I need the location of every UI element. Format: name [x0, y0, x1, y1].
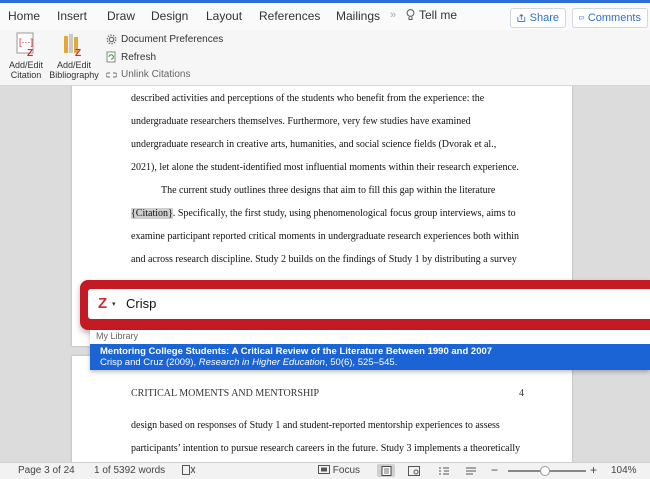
zotero-quick-format-bar: Z ▾ Crisp [80, 280, 650, 330]
add-edit-bibliography-line2: Bibliography [49, 70, 99, 80]
add-edit-citation-line1: Add/Edit [8, 60, 44, 70]
tabs-overflow-chevron[interactable]: » [390, 9, 396, 21]
body-line: undergraduate researchers themselves. Fu… [131, 116, 471, 127]
document-canvas[interactable]: described activities and perceptions of … [0, 86, 650, 462]
body-line: design based on responses of Study 1 and… [131, 420, 500, 431]
outline-view-icon[interactable] [435, 464, 453, 477]
tab-draw[interactable]: Draw [107, 9, 135, 23]
citation-result-item[interactable]: Mentoring College Students: A Critical R… [90, 344, 650, 370]
focus-mode-button[interactable]: Focus [318, 465, 360, 476]
body-line-text: . Specifically, the first study, using p… [172, 208, 516, 219]
zoom-level[interactable]: 104% [611, 465, 637, 476]
body-line: examine participant reported critical mo… [131, 231, 519, 242]
unlink-citations-label: Unlink Citations [121, 69, 191, 80]
status-bar: Page 3 of 24 1 of 5392 words Focus − + 1… [0, 462, 650, 479]
page-count[interactable]: Page 3 of 24 [18, 465, 75, 476]
focus-label: Focus [332, 465, 361, 476]
tab-references[interactable]: References [259, 9, 320, 23]
zoom-out-button[interactable]: − [491, 463, 498, 477]
tell-me-search[interactable]: Tell me [406, 8, 457, 22]
document-preferences-button[interactable]: Document Preferences [106, 34, 223, 45]
result-volume-pages: , 50(6), 525–545. [324, 357, 398, 368]
body-line: undergraduate research in creative arts,… [131, 139, 497, 150]
library-section-label: My Library [96, 331, 139, 341]
body-line: and across research discipline. Study 2 … [131, 254, 517, 265]
tab-home[interactable]: Home [8, 9, 40, 23]
result-authors-year: Crisp and Cruz (2009), [100, 357, 197, 368]
body-line: described activities and perceptions of … [131, 93, 485, 104]
comments-label: Comments [587, 12, 641, 24]
document-preferences-label: Document Preferences [121, 34, 224, 45]
comments-button[interactable]: Comments [572, 8, 648, 28]
share-label: Share [529, 12, 559, 24]
tell-me-label: Tell me [419, 8, 458, 22]
svg-text:[⋯]: [⋯] [19, 37, 33, 47]
add-edit-bibliography-line1: Add/Edit [56, 60, 92, 70]
body-line-with-citation: {Citation}. Specifically, the first stud… [131, 208, 516, 219]
zotero-ribbon: [⋯] Z Add/Edit Citation Z Add/Edit Biblio… [0, 30, 650, 86]
result-title: Mentoring College Students: A Critical R… [100, 346, 493, 357]
ribbon-tab-bar: Home Insert Draw Design Layout Reference… [0, 0, 650, 30]
citation-search-input[interactable]: Z ▾ Crisp [88, 289, 650, 319]
unlink-icon [106, 71, 117, 78]
body-line: The current study outlines three designs… [161, 185, 496, 196]
zoom-in-button[interactable]: + [590, 463, 597, 477]
web-layout-view-icon[interactable] [405, 464, 423, 477]
comment-icon [579, 16, 584, 21]
result-journal: Research in Higher Education [198, 357, 325, 368]
lightbulb-icon [406, 9, 415, 20]
add-edit-citation-line2: Citation [10, 70, 42, 80]
refresh-button[interactable]: Refresh [106, 51, 156, 63]
tab-mailings[interactable]: Mailings [336, 9, 380, 23]
word-count[interactable]: 1 of 5392 words [94, 465, 165, 476]
running-head: CRITICAL MOMENTS AND MENTORSHIP [131, 388, 320, 399]
add-edit-citation-button[interactable]: [⋯] Z Add/Edit Citation [6, 32, 46, 80]
tab-design[interactable]: Design [151, 9, 188, 23]
proofing-icon[interactable] [182, 465, 196, 479]
result-citation: Crisp and Cruz (2009), Research in Highe… [100, 357, 397, 368]
zoom-slider-thumb[interactable] [540, 466, 550, 476]
citation-results-list: My Library Mentoring College Students: A… [90, 330, 650, 370]
zotero-logo-icon[interactable]: Z [98, 295, 107, 312]
print-layout-view-icon[interactable] [377, 464, 395, 477]
draft-view-icon[interactable] [462, 464, 480, 477]
refresh-icon [106, 51, 116, 63]
add-edit-bibliography-button[interactable]: Z Add/Edit Bibliography [48, 32, 100, 80]
tab-insert[interactable]: Insert [57, 9, 87, 23]
citation-icon: [⋯]Z [16, 32, 34, 58]
body-line: 2021), let alone the student-identified … [131, 162, 519, 173]
share-button[interactable]: Share [510, 8, 566, 28]
tab-layout[interactable]: Layout [206, 9, 242, 23]
focus-icon [318, 465, 330, 474]
body-line: participants’ intention to pursue resear… [131, 443, 521, 454]
document-page-4[interactable]: CRITICAL MOMENTS AND MENTORSHIP 4 design… [72, 356, 572, 462]
citation-placeholder-field[interactable]: {Citation} [131, 208, 173, 219]
gear-icon [106, 34, 117, 45]
unlink-citations-button[interactable]: Unlink Citations [106, 69, 190, 80]
page-number: 4 [519, 388, 524, 399]
chevron-down-icon[interactable]: ▾ [112, 300, 116, 308]
svg-text:Z: Z [75, 48, 81, 58]
refresh-label: Refresh [121, 51, 157, 63]
bibliography-icon: Z [64, 34, 81, 58]
share-icon [517, 13, 526, 22]
citation-search-query[interactable]: Crisp [126, 296, 156, 311]
svg-text:Z: Z [27, 48, 33, 58]
